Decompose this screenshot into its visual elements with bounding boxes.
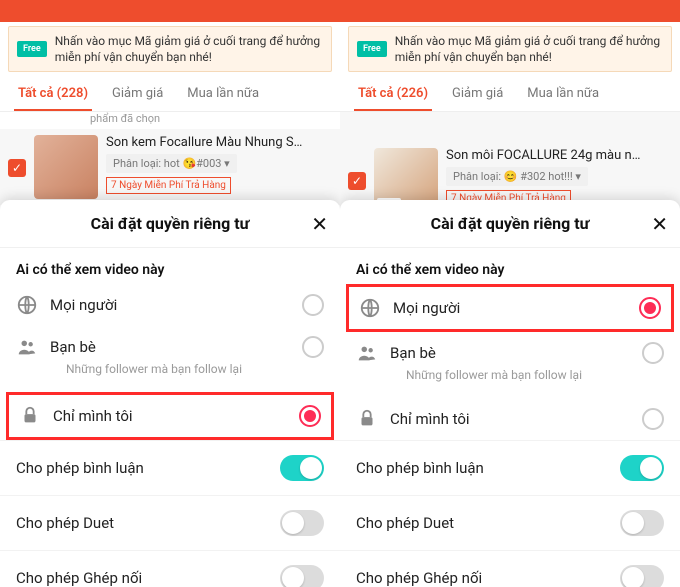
radio-icon[interactable] [639, 297, 661, 319]
toggle-stitch[interactable]: Cho phép Ghép nối [340, 550, 680, 587]
friends-hint: Những follower mà bạn follow lại [16, 362, 242, 376]
cart-tabs: Tất cả (228) Giảm giá Mua lần nữa [0, 76, 340, 112]
privacy-sheet: Cài đặt quyền riêng tư ✕ Ai có thể xem v… [0, 200, 340, 587]
lock-icon [19, 405, 41, 427]
return-badge: 7 Ngày Miễn Phí Trả Hàng [106, 177, 231, 194]
tab-repurchase[interactable]: Mua lần nữa [175, 76, 271, 111]
option-only-me[interactable]: Chỉ mình tôi [19, 401, 321, 431]
toggle-comments[interactable]: Cho phép bình luận [340, 440, 680, 495]
close-icon[interactable]: ✕ [651, 212, 668, 236]
checkbox-icon[interactable]: ✓ [348, 172, 366, 190]
toggle-duet[interactable]: Cho phép Duet [340, 495, 680, 550]
friends-hint: Những follower mà bạn follow lại [356, 368, 582, 382]
promo-text: Nhấn vào mục Mã giảm giá ở cuối trang để… [395, 33, 663, 65]
toggle-switch[interactable] [620, 455, 664, 481]
toggle-stitch[interactable]: Cho phép Ghép nối [0, 550, 340, 587]
radio-icon[interactable] [302, 336, 324, 358]
checkbox-icon[interactable]: ✓ [8, 159, 26, 177]
option-everyone[interactable]: Mọi người [359, 293, 661, 323]
toggle-switch[interactable] [280, 565, 324, 587]
cart-tabs: Tất cả (226) Giảm giá Mua lần nữa [340, 76, 680, 112]
highlight-box: Chỉ mình tôi [6, 392, 334, 440]
friends-icon [16, 336, 38, 358]
globe-icon [16, 294, 38, 316]
phone-right: Free Nhấn vào mục Mã giảm giá ở cuối tra… [340, 0, 680, 587]
section-who-can-view: Ai có thể xem video này [0, 248, 340, 284]
free-badge: Free [17, 41, 47, 57]
tab-discount[interactable]: Giảm giá [440, 76, 515, 111]
variant-selector[interactable]: Phân loại: hot 😘#003 ▾ [106, 154, 237, 173]
lock-icon [356, 408, 378, 430]
selected-hint: phẩm đã chọn [0, 112, 340, 129]
option-everyone[interactable]: Mọi người [0, 284, 340, 326]
tab-all[interactable]: Tất cả (226) [346, 76, 440, 111]
globe-icon [359, 297, 381, 319]
radio-icon[interactable] [299, 405, 321, 427]
tab-all[interactable]: Tất cả (228) [6, 76, 100, 111]
phone-left: Free Nhấn vào mục Mã giảm giá ở cuối tra… [0, 0, 340, 587]
variant-selector[interactable]: Phân loại: 😊 #302 hot!!! ▾ [446, 167, 588, 186]
app-header [0, 0, 340, 22]
toggle-switch[interactable] [620, 565, 664, 587]
toggle-comments[interactable]: Cho phép bình luận [0, 440, 340, 495]
product-title: Son kem Focallure Màu Nhung S… [106, 135, 326, 150]
sheet-title: Cài đặt quyền riêng tư [431, 214, 590, 233]
radio-icon[interactable] [642, 408, 664, 430]
promo-text: Nhấn vào mục Mã giảm giá ở cuối trang để… [55, 33, 323, 65]
free-badge: Free [357, 41, 387, 57]
tab-discount[interactable]: Giảm giá [100, 76, 175, 111]
tab-repurchase[interactable]: Mua lần nữa [515, 76, 611, 111]
product-title: Son môi FOCALLURE 24g màu n… [446, 148, 666, 163]
toggle-switch[interactable] [280, 510, 324, 536]
app-header [340, 0, 680, 22]
product-thumb[interactable] [34, 135, 98, 199]
sheet-title: Cài đặt quyền riêng tư [91, 214, 250, 233]
cart-item[interactable]: ✓ Son kem Focallure Màu Nhung S… Phân lo… [0, 129, 340, 205]
option-only-me[interactable]: Chỉ mình tôi [340, 398, 680, 440]
promo-banner[interactable]: Free Nhấn vào mục Mã giảm giá ở cuối tra… [8, 26, 332, 72]
close-icon[interactable]: ✕ [311, 212, 328, 236]
toggle-switch[interactable] [280, 455, 324, 481]
privacy-sheet: Cài đặt quyền riêng tư ✕ Ai có thể xem v… [340, 200, 680, 587]
radio-icon[interactable] [642, 342, 664, 364]
highlight-box: Mọi người [346, 284, 674, 332]
radio-icon[interactable] [302, 294, 324, 316]
toggle-duet[interactable]: Cho phép Duet [0, 495, 340, 550]
section-who-can-view: Ai có thể xem video này [340, 248, 680, 284]
toggle-switch[interactable] [620, 510, 664, 536]
friends-icon [356, 342, 378, 364]
promo-banner[interactable]: Free Nhấn vào mục Mã giảm giá ở cuối tra… [348, 26, 672, 72]
